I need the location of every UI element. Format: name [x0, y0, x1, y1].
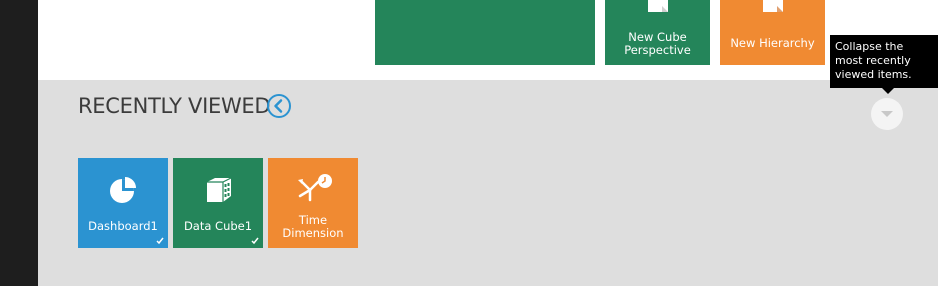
- tile-label: New Hierarchy: [730, 36, 815, 50]
- tile-label: Data Cube1: [183, 219, 253, 233]
- recently-viewed-title: RECENTLY VIEWED: [78, 94, 271, 118]
- check-icon: [156, 237, 164, 245]
- data-cube-icon: [207, 177, 232, 202]
- document-icon: [648, 0, 668, 12]
- chevron-down-icon: [881, 111, 893, 117]
- left-sidebar-strip: [0, 0, 38, 286]
- pie-chart-icon: [110, 177, 136, 203]
- recent-item-dashboard1[interactable]: Dashboard1: [78, 158, 168, 248]
- document-icon: [763, 0, 783, 12]
- time-dimension-icon: [298, 174, 332, 202]
- tile-label-line1: New Cube: [628, 30, 687, 44]
- tile-label-line2: Perspective: [624, 43, 691, 57]
- tile-label: Dashboard1: [88, 219, 158, 233]
- new-cube-perspective-tile[interactable]: New Cube Perspective: [605, 0, 710, 65]
- new-hierarchy-tile[interactable]: New Hierarchy: [720, 0, 825, 65]
- tile-label-line2: Dimension: [282, 226, 344, 240]
- check-icon: [251, 237, 259, 245]
- collapse-button[interactable]: [871, 98, 903, 130]
- tooltip: Collapse the most recently viewed items.: [830, 35, 938, 88]
- tile-label-line1: Time: [298, 213, 328, 227]
- back-arrow-icon[interactable]: [267, 94, 291, 118]
- create-tile-large[interactable]: [375, 0, 595, 65]
- recent-item-time-dimension[interactable]: Time Dimension: [268, 158, 358, 248]
- tooltip-pointer: [882, 88, 894, 94]
- recent-item-data-cube1[interactable]: Data Cube1: [173, 158, 263, 248]
